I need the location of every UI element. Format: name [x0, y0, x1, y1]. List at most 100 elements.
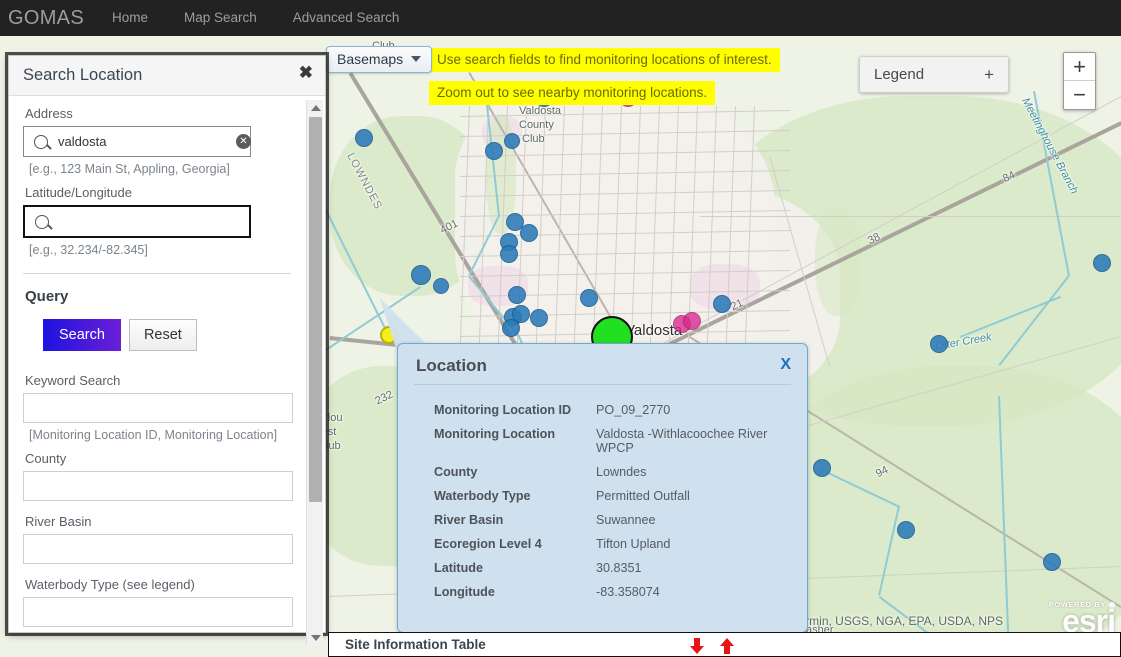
- map-marker-blue[interactable]: [355, 129, 373, 147]
- map-marker-blue[interactable]: [530, 309, 548, 327]
- location-attribute-row: Latitude 30.8351: [414, 561, 794, 585]
- map-marker-blue[interactable]: [713, 295, 731, 313]
- map-marker-blue[interactable]: [897, 521, 915, 539]
- map-marker-blue[interactable]: [504, 133, 520, 149]
- reset-button[interactable]: Reset: [128, 319, 197, 351]
- site-information-table-bar[interactable]: Site Information Table: [328, 632, 1121, 657]
- search-button[interactable]: Search: [43, 319, 121, 351]
- map-label: Valdosta: [519, 105, 561, 117]
- clear-icon[interactable]: ✕: [236, 134, 251, 149]
- keyword-search-input[interactable]: [23, 393, 293, 423]
- search-icon: [34, 134, 48, 149]
- site-table-toggle-arrows[interactable]: [687, 636, 737, 656]
- attribute-key: Monitoring Location: [434, 427, 556, 441]
- attribute-key: Longitude: [434, 585, 495, 599]
- address-input[interactable]: [56, 133, 236, 150]
- map-zoom-controls[interactable]: + −: [1063, 52, 1096, 110]
- scroll-up-arrow-icon[interactable]: [307, 100, 324, 115]
- attribute-value: -83.358074: [596, 585, 660, 599]
- close-icon[interactable]: X: [780, 356, 791, 374]
- attribute-key: Ecoregion Level 4: [434, 537, 542, 551]
- banner-search-hint: Use search fields to find monitoring loc…: [429, 48, 780, 72]
- location-attributes-table: Monitoring Location ID PO_09_2770 Monitori…: [414, 403, 794, 609]
- map-marker-blue[interactable]: [520, 224, 538, 242]
- attribute-value: PO_09_2770: [596, 403, 671, 417]
- app-brand-gomas: GOMAS: [8, 6, 84, 29]
- attribute-value: Permitted Outfall: [596, 489, 690, 503]
- map-marker-blue[interactable]: [580, 289, 598, 307]
- zoom-out-button[interactable]: −: [1064, 81, 1095, 109]
- map-attribution: E, Garmin, USGS, NGA, EPA, USDA, NPS: [774, 614, 1004, 628]
- keyword-label: Keyword Search: [25, 373, 121, 388]
- map-marker-blue[interactable]: [1043, 553, 1061, 571]
- attribute-value: Suwannee: [596, 513, 656, 527]
- location-attribute-row: Monitoring Location Valdosta -Withlacooch…: [414, 427, 794, 465]
- address-field-wrapper[interactable]: ✕: [23, 126, 251, 157]
- nav-link-advanced-search[interactable]: Advanced Search: [275, 0, 418, 36]
- search-icon: [35, 214, 49, 229]
- arrow-down-icon[interactable]: [687, 636, 707, 656]
- waterbody-type-label: Waterbody Type (see legend): [25, 577, 195, 592]
- application-root: GOMAS Home Map Search Advanced Search Cl…: [0, 0, 1121, 657]
- attribute-key: Monitoring Location ID: [434, 403, 572, 417]
- map-label: Club: [522, 133, 545, 145]
- map-marker-blue[interactable]: [508, 286, 526, 304]
- search-panel-header: Search Location ✖: [9, 56, 325, 96]
- nav-link-map-search[interactable]: Map Search: [166, 0, 275, 36]
- zoom-in-button[interactable]: +: [1064, 53, 1095, 81]
- search-panel-scrollbar[interactable]: [306, 100, 323, 645]
- address-hint: [e.g., 123 Main St, Appling, Georgia]: [29, 162, 230, 176]
- plus-icon[interactable]: +: [984, 66, 994, 83]
- map-marker-pink[interactable]: [683, 312, 701, 330]
- legend-panel-toggle[interactable]: Legend +: [859, 56, 1009, 93]
- legend-label: Legend: [874, 66, 925, 83]
- location-popup-title: Location: [416, 356, 487, 375]
- latlon-input[interactable]: [57, 213, 243, 230]
- query-button-row: Search Reset: [43, 319, 313, 351]
- location-attribute-row: County Lowndes: [414, 465, 794, 489]
- location-attribute-row: Ecoregion Level 4 Tifton Upland: [414, 537, 794, 561]
- map-marker-blue[interactable]: [485, 142, 503, 160]
- attribute-key: Latitude: [434, 561, 483, 575]
- county-input[interactable]: [23, 471, 293, 501]
- location-attribute-row: River Basin Suwannee: [414, 513, 794, 537]
- basemaps-dropdown-button[interactable]: Basemaps: [326, 46, 433, 73]
- map-marker-blue[interactable]: [411, 265, 431, 285]
- map-marker-blue[interactable]: [433, 278, 449, 294]
- waterbody-type-input[interactable]: [23, 597, 293, 627]
- attribute-value: Lowndes: [596, 465, 647, 479]
- latlon-label: Latitude/Longitude: [25, 185, 132, 200]
- arrow-up-icon[interactable]: [717, 636, 737, 656]
- river-basin-input[interactable]: [23, 534, 293, 564]
- location-attribute-row: Waterbody Type Permitted Outfall: [414, 489, 794, 513]
- site-information-table-title: Site Information Table: [345, 637, 486, 652]
- keyword-hint: [Monitoring Location ID, Monitoring Loca…: [29, 428, 278, 442]
- esri-logo: POWERED BY esri: [1049, 600, 1116, 637]
- latlon-field-wrapper[interactable]: [23, 205, 251, 238]
- map-marker-blue[interactable]: [1093, 254, 1111, 272]
- scroll-down-arrow-icon[interactable]: [307, 630, 324, 645]
- map-marker-blue[interactable]: [930, 335, 948, 353]
- map-marker-blue[interactable]: [813, 459, 831, 477]
- location-attribute-row: Longitude -83.358074: [414, 585, 794, 609]
- latlon-hint: [e.g., 32.234/-82.345]: [29, 243, 148, 257]
- panel-divider: [23, 273, 291, 274]
- address-label: Address: [25, 106, 73, 121]
- map-marker-blue[interactable]: [502, 319, 520, 337]
- attribute-value: Valdosta -Withlacoochee River WPCP: [596, 427, 768, 455]
- chevron-down-icon: [411, 56, 422, 62]
- attribute-value: 30.8351: [596, 561, 642, 575]
- basemaps-label: Basemaps: [337, 51, 404, 67]
- county-label: County: [25, 451, 67, 466]
- location-info-popup: Location X Monitoring Location ID PO_09_2…: [397, 343, 808, 633]
- close-icon[interactable]: ✖: [299, 64, 313, 81]
- scrollbar-thumb[interactable]: [309, 117, 322, 502]
- attribute-key: County: [434, 465, 478, 479]
- attribute-key: Waterbody Type: [434, 489, 531, 503]
- popup-divider: [414, 384, 791, 385]
- attribute-key: River Basin: [434, 513, 504, 527]
- query-section-heading: Query: [25, 288, 69, 305]
- nav-link-home[interactable]: Home: [94, 0, 166, 36]
- map-marker-blue[interactable]: [500, 245, 518, 263]
- attribute-value: Tifton Upland: [596, 537, 671, 551]
